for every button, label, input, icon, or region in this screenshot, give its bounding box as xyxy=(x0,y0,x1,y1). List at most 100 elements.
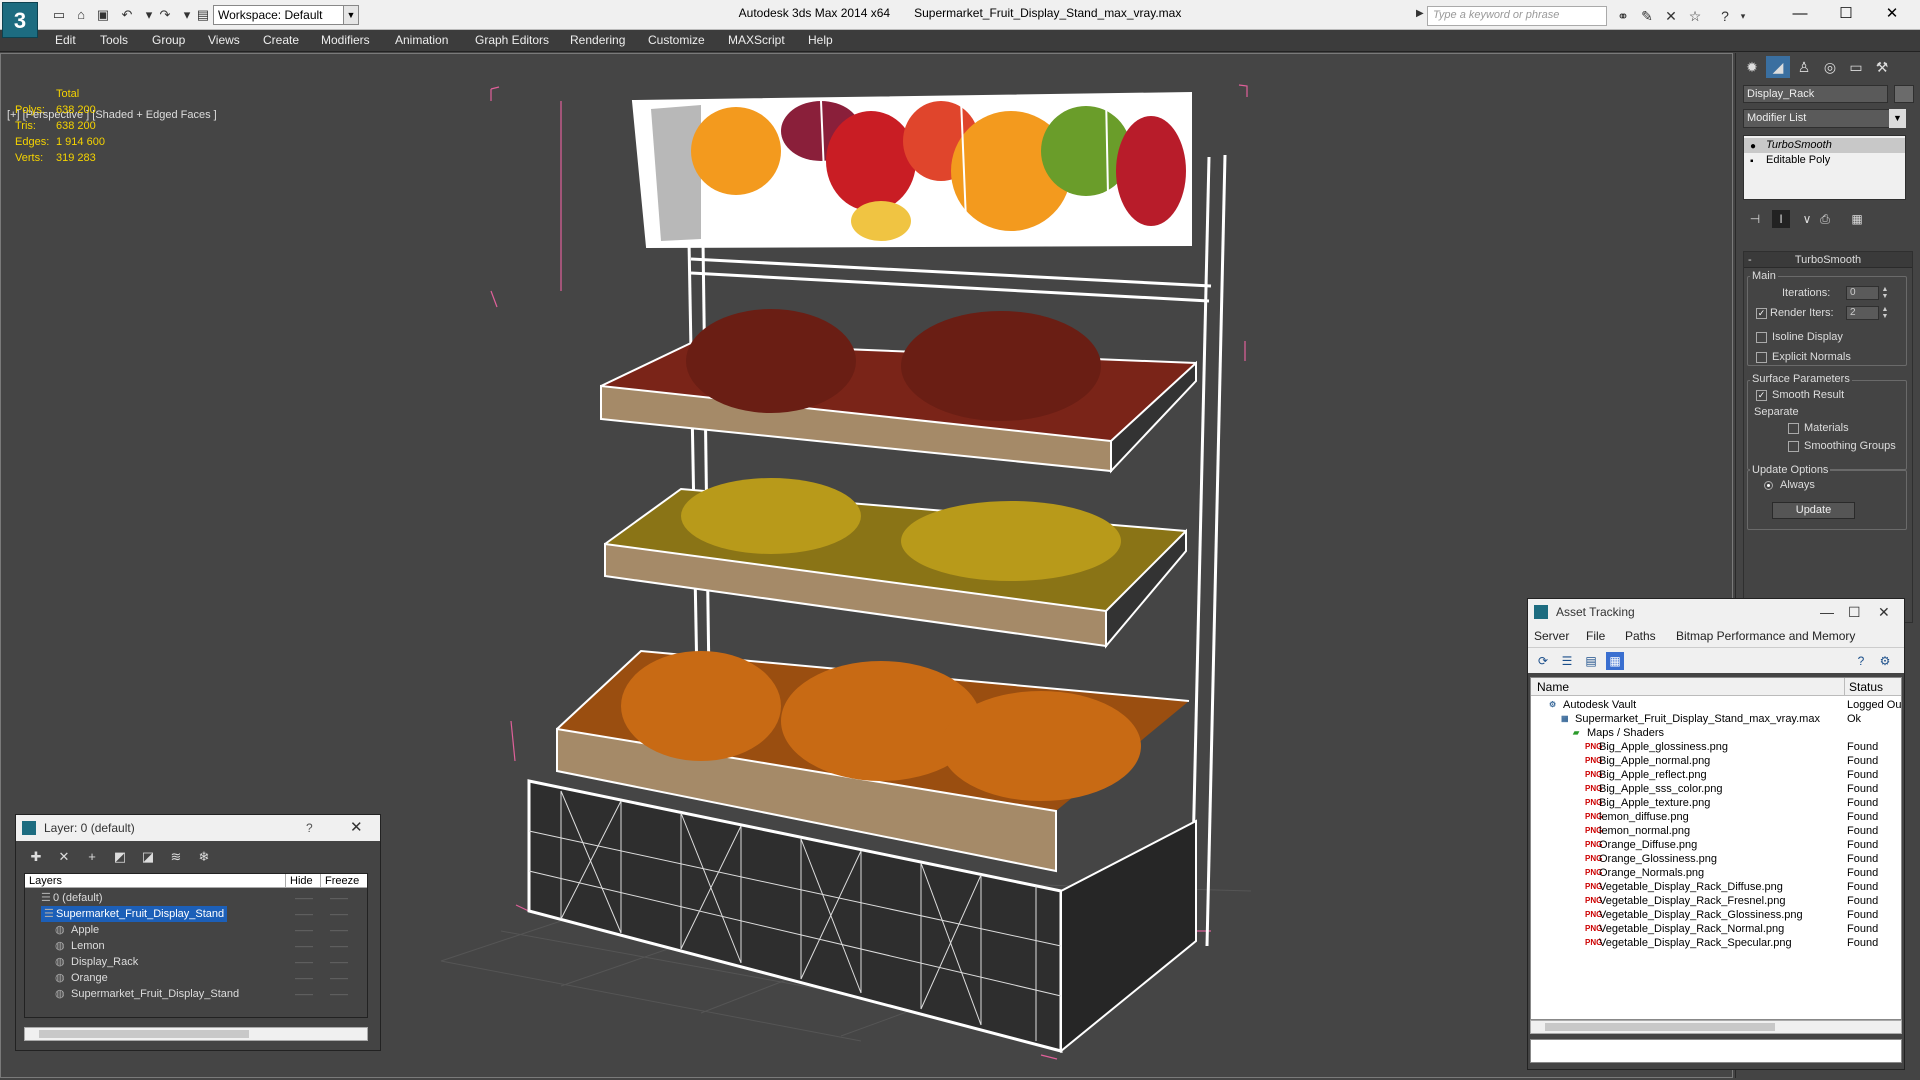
asset-row[interactable]: PNG Big_Apple_normal.png Found xyxy=(1531,754,1901,768)
menu-group[interactable]: Group xyxy=(152,33,185,47)
expand-icon[interactable]: ▪ xyxy=(1750,154,1754,169)
close-icon[interactable]: ✕ xyxy=(350,815,363,841)
modify-tab-icon[interactable]: ◢ xyxy=(1766,56,1790,78)
binoculars-icon[interactable]: ⚭ xyxy=(1612,6,1634,26)
menu-modifiers[interactable]: Modifiers xyxy=(321,33,370,47)
freeze-toggle[interactable]: —— xyxy=(330,906,348,922)
maximize-button[interactable]: ☐ xyxy=(1848,599,1861,625)
smoothing-groups-checkbox[interactable] xyxy=(1788,441,1799,452)
show-end-result-icon[interactable]: I xyxy=(1772,210,1790,228)
header-layers[interactable]: Layers xyxy=(29,874,62,888)
menu-server[interactable]: Server xyxy=(1534,629,1569,643)
header-status[interactable]: Status xyxy=(1849,678,1883,696)
hide-all-icon[interactable]: ≋ xyxy=(166,848,186,866)
menu-rendering[interactable]: Rendering xyxy=(570,33,625,47)
menu-tools[interactable]: Tools xyxy=(100,33,128,47)
communication-icon[interactable]: ✕ xyxy=(1660,6,1682,26)
asset-row[interactable]: PNG Orange_Glossiness.png Found xyxy=(1531,852,1901,866)
explicit-normals-checkbox[interactable] xyxy=(1756,352,1767,363)
header-hide[interactable]: Hide xyxy=(285,874,313,888)
close-button[interactable]: ✕ xyxy=(1872,2,1912,26)
spinner-arrows-icon[interactable]: ▲ ▼ xyxy=(1881,286,1889,300)
object-name-field[interactable]: Display_Rack xyxy=(1743,85,1888,103)
layer-row[interactable]: ☰ Supermarket_Fruit_Display_Stand —— —— xyxy=(25,906,367,922)
chevron-down-icon[interactable]: ▼ xyxy=(1889,109,1906,128)
stack-item-editable-poly[interactable]: ▪ Editable Poly xyxy=(1744,153,1905,168)
make-unique-icon[interactable]: ∨ xyxy=(1798,210,1816,228)
perspective-viewport[interactable]: [+] [Perspective ] [Shaded + Edged Faces… xyxy=(0,53,1733,1078)
materials-checkbox[interactable] xyxy=(1788,423,1799,434)
help-icon[interactable]: ? xyxy=(306,815,313,841)
layer-row[interactable]: ◍ Orange —— —— xyxy=(25,970,367,986)
open-file-icon[interactable]: ⌂ xyxy=(72,6,90,24)
layer-row[interactable]: ◍ Supermarket_Fruit_Display_Stand —— —— xyxy=(25,986,367,1002)
help-icon[interactable]: ? xyxy=(1852,652,1870,670)
hide-toggle[interactable]: —— xyxy=(295,938,313,954)
subscription-icon[interactable]: ✎ xyxy=(1636,6,1658,26)
menu-views[interactable]: Views xyxy=(208,33,240,47)
lightbulb-icon[interactable]: ● xyxy=(1750,139,1756,154)
freeze-toggle[interactable]: —— xyxy=(330,890,348,906)
select-in-layer-icon[interactable]: ◩ xyxy=(110,848,130,866)
menu-graph-editors[interactable]: Graph Editors xyxy=(475,33,549,47)
hide-toggle[interactable]: —— xyxy=(295,954,313,970)
hide-toggle[interactable]: —— xyxy=(295,906,313,922)
layer-name[interactable]: Apple xyxy=(71,922,99,938)
hide-toggle[interactable]: —— xyxy=(295,922,313,938)
layer-name[interactable]: Display_Rack xyxy=(71,954,138,970)
table-view-icon[interactable]: ▦ xyxy=(1606,652,1624,670)
render-iters-checkbox[interactable]: ✓ xyxy=(1756,308,1767,319)
hide-toggle[interactable]: —— xyxy=(295,890,313,906)
menu-maxscript[interactable]: MAXScript xyxy=(728,33,785,47)
asset-row[interactable]: ▦ Supermarket_Fruit_Display_Stand_max_vra… xyxy=(1531,712,1901,726)
settings-icon[interactable]: ⚙ xyxy=(1876,652,1894,670)
layer-name[interactable]: Orange xyxy=(71,970,108,986)
refresh-icon[interactable]: ⟳ xyxy=(1534,652,1552,670)
workspace-select[interactable]: Workspace: Default xyxy=(213,5,353,25)
collapse-icon[interactable]: - xyxy=(1748,252,1752,268)
render-iters-spinner[interactable]: 2 xyxy=(1846,306,1879,320)
menu-edit[interactable]: Edit xyxy=(55,33,76,47)
close-button[interactable]: ✕ xyxy=(1878,599,1890,625)
asset-row[interactable]: PNG Big_Apple_reflect.png Found xyxy=(1531,768,1901,782)
hierarchy-tab-icon[interactable]: ♙ xyxy=(1792,56,1816,78)
minimize-button[interactable]: — xyxy=(1780,2,1820,26)
asset-row[interactable]: PNG lemon_diffuse.png Found xyxy=(1531,810,1901,824)
asset-row[interactable]: PNG Big_Apple_sss_color.png Found xyxy=(1531,782,1901,796)
app-logo-icon[interactable]: 3 xyxy=(2,2,38,38)
modifier-list-select[interactable]: Modifier List xyxy=(1743,109,1906,128)
horizontal-scrollbar[interactable] xyxy=(24,1027,368,1041)
header-freeze[interactable]: Freeze xyxy=(320,874,359,888)
freeze-toggle[interactable]: —— xyxy=(330,922,348,938)
rollout-header[interactable]: - TurboSmooth xyxy=(1744,252,1912,268)
stack-item-turbosmooth[interactable]: ● TurboSmooth xyxy=(1744,138,1905,153)
add-to-layer-icon[interactable]: + xyxy=(82,848,102,866)
layer-name[interactable]: Supermarket_Fruit_Display_Stand xyxy=(71,986,239,1002)
asset-row[interactable]: PNG Orange_Diffuse.png Found xyxy=(1531,838,1901,852)
smooth-result-checkbox[interactable]: ✓ xyxy=(1756,390,1767,401)
update-button[interactable]: Update xyxy=(1772,502,1855,519)
isoline-display-checkbox[interactable] xyxy=(1756,332,1767,343)
layer-panel-title[interactable]: Layer: 0 (default) ? ✕ xyxy=(16,815,380,841)
always-radio[interactable] xyxy=(1764,481,1773,490)
menu-create[interactable]: Create xyxy=(263,33,299,47)
layer-name[interactable]: Lemon xyxy=(71,938,105,954)
keyword-search-input[interactable]: Type a keyword or phrase xyxy=(1427,6,1607,26)
menu-bitmap-performance[interactable]: Bitmap Performance and Memory xyxy=(1676,629,1855,643)
asset-row[interactable]: PNG Big_Apple_texture.png Found xyxy=(1531,796,1901,810)
freeze-all-icon[interactable]: ❄ xyxy=(194,848,214,866)
menu-file[interactable]: File xyxy=(1586,629,1605,643)
freeze-toggle[interactable]: —— xyxy=(330,970,348,986)
delete-layer-icon[interactable]: ✕ xyxy=(54,848,74,866)
hide-toggle[interactable]: —— xyxy=(295,986,313,1002)
motion-tab-icon[interactable]: ◎ xyxy=(1818,56,1842,78)
save-icon[interactable]: ▣ xyxy=(94,6,112,24)
horizontal-scrollbar[interactable] xyxy=(1530,1020,1902,1034)
remove-modifier-icon[interactable]: ⎙ xyxy=(1816,210,1834,228)
menu-paths[interactable]: Paths xyxy=(1625,629,1656,643)
chevron-down-icon[interactable]: ▼ xyxy=(343,5,359,25)
layer-name[interactable]: 0 (default) xyxy=(53,890,103,906)
redo-icon[interactable]: ↷ xyxy=(156,6,174,24)
asset-row[interactable]: PNG Vegetable_Display_Rack_Glossiness.png… xyxy=(1531,908,1901,922)
layer-name[interactable]: Supermarket_Fruit_Display_Stand xyxy=(53,906,228,922)
